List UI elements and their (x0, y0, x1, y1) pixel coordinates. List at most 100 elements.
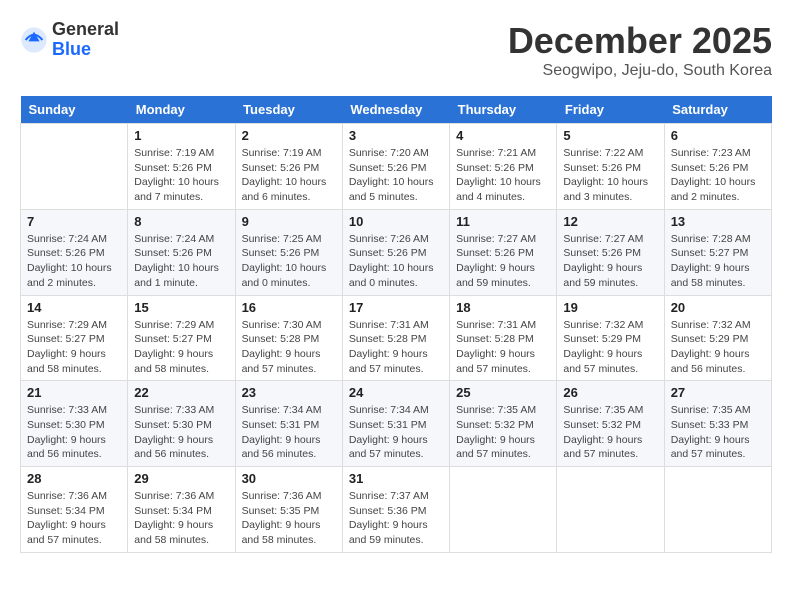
day-number: 26 (563, 385, 657, 400)
calendar-day-cell: 12Sunrise: 7:27 AM Sunset: 5:26 PM Dayli… (557, 209, 664, 295)
day-info: Sunrise: 7:36 AM Sunset: 5:34 PM Dayligh… (27, 489, 121, 548)
day-number: 3 (349, 128, 443, 143)
calendar-day-cell: 16Sunrise: 7:30 AM Sunset: 5:28 PM Dayli… (235, 295, 342, 381)
day-info: Sunrise: 7:31 AM Sunset: 5:28 PM Dayligh… (456, 318, 550, 377)
weekday-header: Saturday (664, 96, 771, 124)
day-number: 10 (349, 214, 443, 229)
day-number: 29 (134, 471, 228, 486)
calendar-day-cell: 20 Sunrise: 7:32 AM Sunset: 5:29 PM Dayli… (664, 295, 771, 381)
calendar-week-row: 7 Sunrise: 7:24 AM Sunset: 5:26 PM Daylig… (21, 209, 772, 295)
calendar-day-cell (450, 467, 557, 553)
day-number: 18 (456, 300, 550, 315)
day-info: Sunrise: 7:24 AM Sunset: 5:26 PM Dayligh… (27, 232, 121, 291)
day-info: Sunrise: 7:33 AM Sunset: 5:30 PM Dayligh… (27, 403, 121, 462)
calendar-day-cell: 23 Sunrise: 7:34 AM Sunset: 5:31 PM Dayli… (235, 381, 342, 467)
day-number: 2 (242, 128, 336, 143)
weekday-header: Thursday (450, 96, 557, 124)
calendar-day-cell: 28 Sunrise: 7:36 AM Sunset: 5:34 PM Dayli… (21, 467, 128, 553)
day-number: 11 (456, 214, 550, 229)
day-info: Sunrise: 7:31 AM Sunset: 5:28 PM Dayligh… (349, 318, 443, 377)
logo-text: General Blue (52, 20, 119, 60)
location-subtitle: Seogwipo, Jeju-do, South Korea (508, 62, 772, 80)
day-number: 7 (27, 214, 121, 229)
calendar-day-cell: 15 Sunrise: 7:29 AM Sunset: 5:27 PM Dayli… (128, 295, 235, 381)
calendar-day-cell: 10 Sunrise: 7:26 AM Sunset: 5:26 PM Dayli… (342, 209, 449, 295)
day-info: Sunrise: 7:36 AM Sunset: 5:35 PM Dayligh… (242, 489, 336, 548)
calendar-day-cell: 1Sunrise: 7:19 AM Sunset: 5:26 PM Daylig… (128, 124, 235, 210)
calendar-day-cell: 26 Sunrise: 7:35 AM Sunset: 5:32 PM Dayli… (557, 381, 664, 467)
day-number: 23 (242, 385, 336, 400)
calendar-day-cell: 9Sunrise: 7:25 AM Sunset: 5:26 PM Daylig… (235, 209, 342, 295)
day-number: 24 (349, 385, 443, 400)
calendar-table: SundayMondayTuesdayWednesdayThursdayFrid… (20, 96, 772, 553)
day-number: 12 (563, 214, 657, 229)
day-number: 8 (134, 214, 228, 229)
calendar-day-cell: 25Sunrise: 7:35 AM Sunset: 5:32 PM Dayli… (450, 381, 557, 467)
weekday-header: Friday (557, 96, 664, 124)
weekday-header: Tuesday (235, 96, 342, 124)
calendar-day-cell: 21 Sunrise: 7:33 AM Sunset: 5:30 PM Dayli… (21, 381, 128, 467)
day-number: 14 (27, 300, 121, 315)
calendar-day-cell: 11Sunrise: 7:27 AM Sunset: 5:26 PM Dayli… (450, 209, 557, 295)
calendar-day-cell: 6 Sunrise: 7:23 AM Sunset: 5:26 PM Daylig… (664, 124, 771, 210)
day-number: 9 (242, 214, 336, 229)
day-number: 28 (27, 471, 121, 486)
calendar-day-cell: 14 Sunrise: 7:29 AM Sunset: 5:27 PM Dayli… (21, 295, 128, 381)
day-info: Sunrise: 7:30 AM Sunset: 5:28 PM Dayligh… (242, 318, 336, 377)
calendar-day-cell (557, 467, 664, 553)
day-info: Sunrise: 7:23 AM Sunset: 5:26 PM Dayligh… (671, 146, 765, 205)
day-info: Sunrise: 7:26 AM Sunset: 5:26 PM Dayligh… (349, 232, 443, 291)
calendar-day-cell: 30Sunrise: 7:36 AM Sunset: 5:35 PM Dayli… (235, 467, 342, 553)
day-number: 22 (134, 385, 228, 400)
weekday-header: Wednesday (342, 96, 449, 124)
day-info: Sunrise: 7:36 AM Sunset: 5:34 PM Dayligh… (134, 489, 228, 548)
day-info: Sunrise: 7:35 AM Sunset: 5:32 PM Dayligh… (563, 403, 657, 462)
day-info: Sunrise: 7:28 AM Sunset: 5:27 PM Dayligh… (671, 232, 765, 291)
day-info: Sunrise: 7:35 AM Sunset: 5:33 PM Dayligh… (671, 403, 765, 462)
calendar-day-cell: 4 Sunrise: 7:21 AM Sunset: 5:26 PM Daylig… (450, 124, 557, 210)
calendar-day-cell: 7 Sunrise: 7:24 AM Sunset: 5:26 PM Daylig… (21, 209, 128, 295)
logo-blue: Blue (52, 40, 119, 60)
day-info: Sunrise: 7:29 AM Sunset: 5:27 PM Dayligh… (27, 318, 121, 377)
day-info: Sunrise: 7:29 AM Sunset: 5:27 PM Dayligh… (134, 318, 228, 377)
day-number: 17 (349, 300, 443, 315)
day-number: 25 (456, 385, 550, 400)
day-number: 27 (671, 385, 765, 400)
day-info: Sunrise: 7:32 AM Sunset: 5:29 PM Dayligh… (563, 318, 657, 377)
calendar-week-row: 1Sunrise: 7:19 AM Sunset: 5:26 PM Daylig… (21, 124, 772, 210)
day-number: 21 (27, 385, 121, 400)
day-number: 31 (349, 471, 443, 486)
calendar-day-cell: 5Sunrise: 7:22 AM Sunset: 5:26 PM Daylig… (557, 124, 664, 210)
day-number: 4 (456, 128, 550, 143)
calendar-day-cell: 19 Sunrise: 7:32 AM Sunset: 5:29 PM Dayli… (557, 295, 664, 381)
calendar-day-cell: 24Sunrise: 7:34 AM Sunset: 5:31 PM Dayli… (342, 381, 449, 467)
calendar-day-cell: 31 Sunrise: 7:37 AM Sunset: 5:36 PM Dayli… (342, 467, 449, 553)
calendar-day-cell: 17 Sunrise: 7:31 AM Sunset: 5:28 PM Dayli… (342, 295, 449, 381)
calendar-day-cell: 2Sunrise: 7:19 AM Sunset: 5:26 PM Daylig… (235, 124, 342, 210)
calendar-day-cell: 8Sunrise: 7:24 AM Sunset: 5:26 PM Daylig… (128, 209, 235, 295)
weekday-header: Monday (128, 96, 235, 124)
day-info: Sunrise: 7:21 AM Sunset: 5:26 PM Dayligh… (456, 146, 550, 205)
month-title: December 2025 (508, 20, 772, 62)
calendar-day-cell (21, 124, 128, 210)
calendar-week-row: 14 Sunrise: 7:29 AM Sunset: 5:27 PM Dayli… (21, 295, 772, 381)
page-header: General Blue December 2025 Seogwipo, Jej… (20, 20, 772, 80)
day-number: 19 (563, 300, 657, 315)
calendar-day-cell: 3Sunrise: 7:20 AM Sunset: 5:26 PM Daylig… (342, 124, 449, 210)
calendar-day-cell: 27 Sunrise: 7:35 AM Sunset: 5:33 PM Dayli… (664, 381, 771, 467)
calendar-day-cell (664, 467, 771, 553)
weekday-header: Sunday (21, 96, 128, 124)
logo-icon (20, 26, 48, 54)
day-info: Sunrise: 7:34 AM Sunset: 5:31 PM Dayligh… (242, 403, 336, 462)
day-number: 1 (134, 128, 228, 143)
day-info: Sunrise: 7:32 AM Sunset: 5:29 PM Dayligh… (671, 318, 765, 377)
day-number: 6 (671, 128, 765, 143)
day-number: 15 (134, 300, 228, 315)
calendar-day-cell: 29 Sunrise: 7:36 AM Sunset: 5:34 PM Dayli… (128, 467, 235, 553)
day-number: 20 (671, 300, 765, 315)
logo-general: General (52, 20, 119, 40)
day-info: Sunrise: 7:37 AM Sunset: 5:36 PM Dayligh… (349, 489, 443, 548)
day-number: 5 (563, 128, 657, 143)
title-block: December 2025 Seogwipo, Jeju-do, South K… (508, 20, 772, 80)
calendar-week-row: 21 Sunrise: 7:33 AM Sunset: 5:30 PM Dayli… (21, 381, 772, 467)
